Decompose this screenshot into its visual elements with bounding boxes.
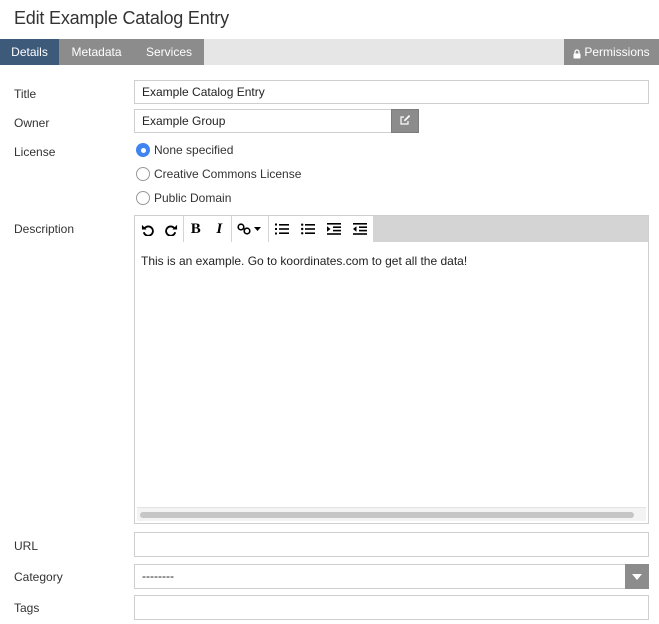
outdent-icon[interactable] xyxy=(347,216,373,242)
license-option-label: None specified xyxy=(154,143,234,157)
category-selected-value: -------- xyxy=(142,569,174,583)
category-label: Category xyxy=(14,570,63,584)
toolbar-list-group xyxy=(269,216,374,242)
radio-public-domain[interactable] xyxy=(136,191,150,205)
title-label: Title xyxy=(14,87,37,101)
ordered-list-icon[interactable] xyxy=(269,216,295,242)
category-select[interactable]: -------- xyxy=(134,564,649,589)
owner-edit-button[interactable] xyxy=(391,109,419,133)
undo-icon[interactable] xyxy=(135,216,159,242)
edit-icon xyxy=(399,114,411,129)
link-icon[interactable] xyxy=(232,216,268,242)
radio-creative-commons[interactable] xyxy=(136,167,150,181)
license-label: License xyxy=(14,145,56,159)
owner-label: Owner xyxy=(14,116,50,130)
tab-metadata[interactable]: Metadata xyxy=(59,39,134,65)
tab-permissions[interactable]: Permissions xyxy=(564,39,659,65)
redo-icon[interactable] xyxy=(159,216,183,242)
toolbar-format-group: B I xyxy=(184,216,232,242)
description-editor[interactable]: B I This is an example. Go to koordinate… xyxy=(134,215,649,524)
italic-icon[interactable]: I xyxy=(208,216,232,242)
unordered-list-icon[interactable] xyxy=(295,216,321,242)
tags-label: Tags xyxy=(14,601,40,615)
caret-down-icon[interactable] xyxy=(625,564,649,589)
lock-icon xyxy=(573,49,581,59)
tab-permissions-label: Permissions xyxy=(584,45,650,59)
license-option-label: Public Domain xyxy=(154,191,232,205)
license-option-public-domain[interactable]: Public Domain xyxy=(136,191,231,205)
indent-icon[interactable] xyxy=(321,216,347,242)
tab-details[interactable]: Details xyxy=(0,39,59,65)
url-field[interactable] xyxy=(134,532,649,557)
owner-field[interactable]: Example Group xyxy=(134,109,392,133)
description-label: Description xyxy=(14,222,75,236)
editor-horizontal-scrollbar[interactable] xyxy=(137,507,646,521)
radio-none-specified[interactable] xyxy=(136,143,150,157)
description-text[interactable]: This is an example. Go to koordinates.co… xyxy=(141,254,467,268)
scrollbar-thumb[interactable] xyxy=(140,512,634,518)
tags-field[interactable] xyxy=(134,595,649,620)
title-field[interactable]: Example Catalog Entry xyxy=(134,80,649,104)
tab-services[interactable]: Services xyxy=(134,39,204,65)
editor-toolbar: B I xyxy=(135,216,648,242)
page-title: Edit Example Catalog Entry xyxy=(14,8,229,28)
bold-icon[interactable]: B xyxy=(184,216,208,242)
license-option-creative-commons[interactable]: Creative Commons License xyxy=(136,167,301,181)
toolbar-link-group xyxy=(232,216,269,242)
license-option-label: Creative Commons License xyxy=(154,167,302,181)
license-option-none[interactable]: None specified xyxy=(136,143,233,157)
toolbar-history-group xyxy=(135,216,184,242)
tab-bar: Details Metadata Services Permissions xyxy=(0,39,659,65)
url-label: URL xyxy=(14,539,39,553)
